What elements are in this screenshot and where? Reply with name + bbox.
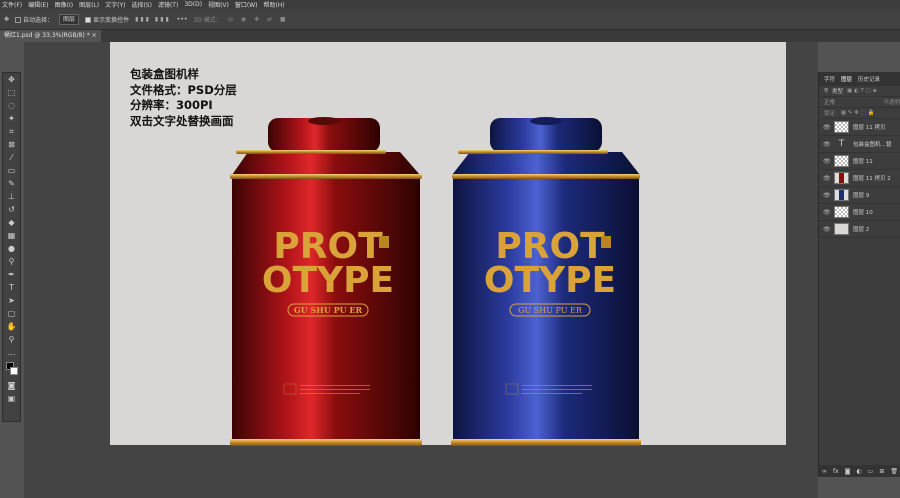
- visibility-eye-icon[interactable]: 👁: [823, 226, 831, 233]
- layer-name: 图层 11 拷贝 2: [853, 176, 891, 182]
- red-can-subtitle: GU SHU PU ER: [294, 305, 363, 315]
- filter-icons[interactable]: ▣ ◐ T ▢ ◈: [847, 88, 877, 94]
- new-group-icon[interactable]: ▭: [868, 468, 874, 475]
- search-icon: ⚲: [824, 88, 829, 94]
- fx-icon[interactable]: fx: [833, 468, 839, 475]
- visibility-eye-icon[interactable]: 👁: [823, 141, 831, 148]
- lock-label: 锁定:: [824, 111, 837, 117]
- tab-history[interactable]: 历史记录: [858, 75, 880, 83]
- smart-object-thumbnail: [834, 155, 849, 167]
- blue-can-seal: [601, 236, 611, 248]
- add-mask-icon[interactable]: ◙: [845, 468, 851, 475]
- layer-name: 图层 9: [853, 193, 870, 199]
- layers-panel-footer: ∞ fx ◙ ◐ ▭ ⊞ 🗑: [819, 465, 900, 477]
- layer-row[interactable]: 👁 图层 2: [819, 221, 900, 238]
- layer-row[interactable]: 👁 图层 10: [819, 204, 900, 221]
- opacity-label: 不透明: [883, 100, 900, 106]
- layer-name: 包装盒图机…替: [853, 142, 892, 148]
- layer-filter-row: ⚲ 类型 ▣ ◐ T ▢ ◈: [819, 86, 900, 97]
- layer-name: 图层 11 拷贝: [853, 125, 886, 131]
- visibility-eye-icon[interactable]: 👁: [823, 192, 831, 199]
- visibility-eye-icon[interactable]: 👁: [823, 124, 831, 131]
- layer-row[interactable]: 👁 图层 11 拷贝: [819, 119, 900, 136]
- layer-row[interactable]: 👁 图层 11 拷贝 2: [819, 170, 900, 187]
- layer-name: 图层 10: [853, 210, 873, 216]
- delete-layer-icon[interactable]: 🗑: [890, 468, 898, 475]
- blue-can-subtitle: GU SHU PU ER: [518, 306, 583, 315]
- layer-name: 图层 11: [853, 159, 873, 165]
- layer-name: 图层 2: [853, 227, 870, 233]
- layer-thumbnail: [834, 189, 849, 201]
- layer-thumbnail: [834, 223, 849, 235]
- layer-row[interactable]: 👁 T 包装盒图机…替: [819, 136, 900, 153]
- layer-thumbnail: [834, 172, 849, 184]
- tea-cans-mockup: PROT OTYPE GU SHU PU ER PROT OTYPE GU SH…: [230, 117, 641, 446]
- visibility-eye-icon[interactable]: 👁: [823, 158, 831, 165]
- tab-character[interactable]: 字符: [824, 75, 835, 83]
- lock-icons[interactable]: ▦ ✎ ✥ ⬚ 🔒: [841, 110, 874, 116]
- smart-object-thumbnail: [834, 121, 849, 133]
- layer-row[interactable]: 👁 图层 9: [819, 187, 900, 204]
- new-layer-icon[interactable]: ⊞: [879, 468, 884, 475]
- blue-can-title-2: OTYPE: [484, 260, 616, 301]
- link-layers-icon[interactable]: ∞: [822, 468, 827, 475]
- lock-row: 锁定: ▦ ✎ ✥ ⬚ 🔒: [819, 108, 900, 119]
- tab-layers[interactable]: 图层: [841, 75, 852, 83]
- blend-row: 正常 不透明: [819, 97, 900, 108]
- layer-kind-dropdown[interactable]: 类型: [832, 87, 843, 95]
- text-layer-icon: T: [838, 139, 845, 149]
- layer-thumbnail: [834, 206, 849, 218]
- visibility-eye-icon[interactable]: 👁: [823, 209, 831, 216]
- red-can-title-2: OTYPE: [262, 260, 394, 301]
- layers-panel: 字符 图层 历史记录 ⚲ 类型 ▣ ◐ T ▢ ◈ 正常 不透明 锁定: ▦ ✎…: [818, 72, 900, 477]
- panel-tabs: 字符 图层 历史记录: [819, 72, 900, 86]
- visibility-eye-icon[interactable]: 👁: [823, 175, 831, 182]
- red-can-seal: [379, 236, 389, 248]
- blend-mode-dropdown[interactable]: 正常: [824, 98, 879, 106]
- layer-row[interactable]: 👁 图层 11: [819, 153, 900, 170]
- adjustment-layer-icon[interactable]: ◐: [856, 468, 861, 475]
